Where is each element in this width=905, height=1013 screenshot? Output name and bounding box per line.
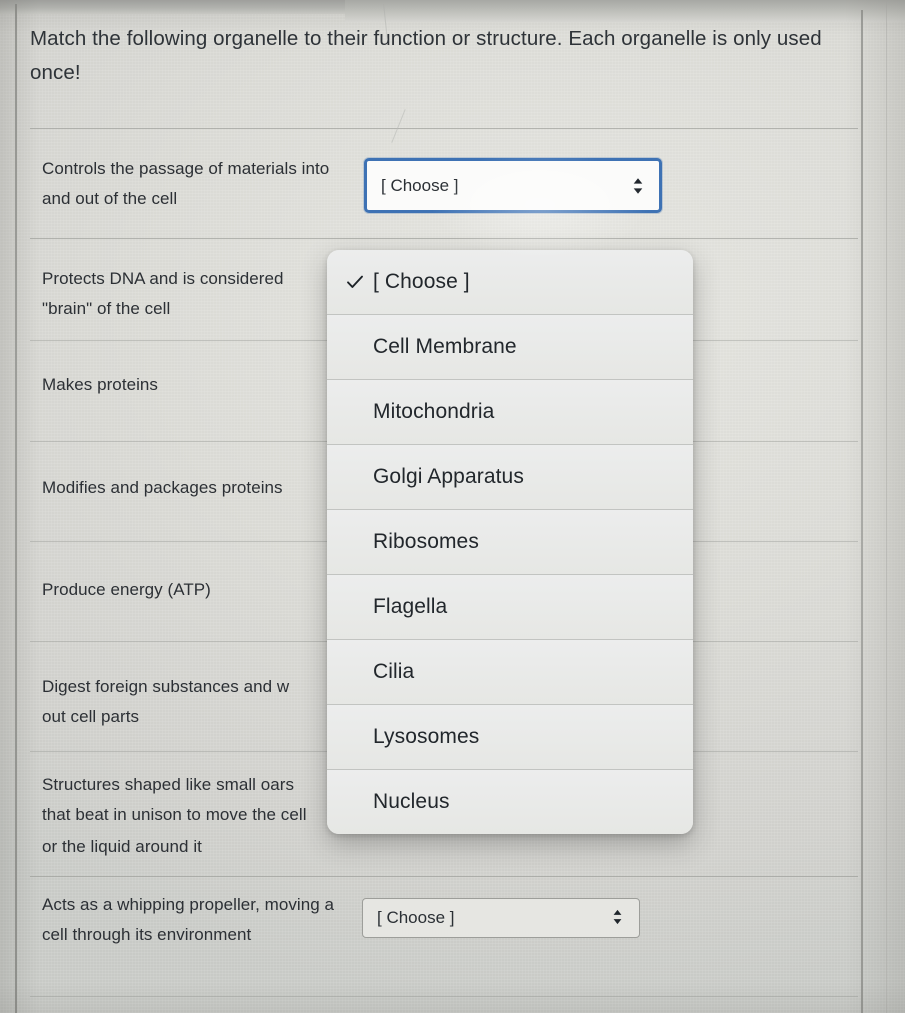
question-label-1: Controls the passage of materials into a… bbox=[42, 159, 330, 208]
dropdown-option-nucleus[interactable]: Nucleus bbox=[327, 770, 693, 834]
select-value-8: [ Choose ] bbox=[377, 908, 455, 927]
question-label-6-clip: Digest foreign substances and w out cell… bbox=[0, 672, 327, 734]
dropdown-option-label: Cilia bbox=[373, 660, 415, 683]
question-label-4-clip: Modifies and packages proteins bbox=[0, 473, 327, 507]
question-label-8: Acts as a whipping propeller, moving a c… bbox=[42, 895, 335, 944]
dropdown-option-golgi-apparatus[interactable]: Golgi Apparatus bbox=[327, 445, 693, 510]
dropdown-option-label: Flagella bbox=[373, 595, 448, 618]
question-label-6-line2: out cell parts bbox=[42, 707, 140, 726]
question-label-2-line2: "brain" of the cell bbox=[42, 299, 171, 318]
quiz-content: Match the following organelle to their f… bbox=[0, 0, 905, 1013]
question-label-6-line1: Digest foreign substances and w bbox=[42, 677, 290, 696]
row-divider bbox=[30, 996, 858, 997]
up-down-chevron-icon bbox=[611, 907, 625, 929]
question-label-7-line3: or the liquid around it bbox=[42, 837, 202, 856]
row-divider bbox=[30, 128, 858, 129]
dropdown-option-cilia[interactable]: Cilia bbox=[327, 640, 693, 705]
question-label-5: Produce energy (ATP) bbox=[42, 580, 211, 599]
question-label-5-clip: Produce energy (ATP) bbox=[0, 575, 327, 609]
page-title: Match the following organelle to their f… bbox=[30, 27, 822, 84]
dropdown-option-label: Nucleus bbox=[373, 790, 450, 813]
dropdown-option-ribosomes[interactable]: Ribosomes bbox=[327, 510, 693, 575]
dropdown-option-label: Mitochondria bbox=[373, 400, 495, 423]
question-label-3: Makes proteins bbox=[42, 375, 158, 394]
dropdown-option-label: Lysosomes bbox=[373, 725, 480, 748]
question-label-2-line1: Protects DNA and is considered bbox=[42, 269, 284, 288]
question-label-7-line2: that beat in unison to move the cell bbox=[42, 805, 307, 824]
dropdown-option-flagella[interactable]: Flagella bbox=[327, 575, 693, 640]
dropdown-option-label: Cell Membrane bbox=[373, 335, 517, 358]
question-label-4: Modifies and packages proteins bbox=[42, 478, 283, 497]
dropdown-option-choose[interactable]: [ Choose ] bbox=[327, 250, 693, 315]
question-label-2-clip: Protects DNA and is considered "brain" o… bbox=[0, 258, 327, 320]
row-divider bbox=[30, 876, 858, 877]
dropdown-option-label: Ribosomes bbox=[373, 530, 479, 553]
select-value-1: [ Choose ] bbox=[381, 175, 459, 195]
up-down-chevron-icon bbox=[631, 175, 645, 197]
dropdown-option-cell-membrane[interactable]: Cell Membrane bbox=[327, 315, 693, 380]
dropdown-option-label: Golgi Apparatus bbox=[373, 465, 524, 488]
row-divider bbox=[30, 238, 858, 239]
dropdown-menu[interactable]: [ Choose ] Cell Membrane Mitochondria Go… bbox=[327, 250, 693, 834]
select-dropdown-1[interactable]: [ Choose ] bbox=[364, 158, 662, 213]
select-dropdown-8[interactable]: [ Choose ] bbox=[362, 898, 640, 938]
question-label-7-line1: Structures shaped like small oars bbox=[42, 775, 295, 794]
question-label-3-clip: Makes proteins bbox=[0, 370, 327, 404]
dropdown-option-mitochondria[interactable]: Mitochondria bbox=[327, 380, 693, 445]
screenshot-root: Match the following organelle to their f… bbox=[0, 0, 905, 1013]
dropdown-option-lysosomes[interactable]: Lysosomes bbox=[327, 705, 693, 770]
checkmark-icon bbox=[345, 272, 365, 292]
dropdown-option-label: [ Choose ] bbox=[373, 270, 470, 293]
question-label-7-clip: Structures shaped like small oars that b… bbox=[0, 770, 327, 832]
